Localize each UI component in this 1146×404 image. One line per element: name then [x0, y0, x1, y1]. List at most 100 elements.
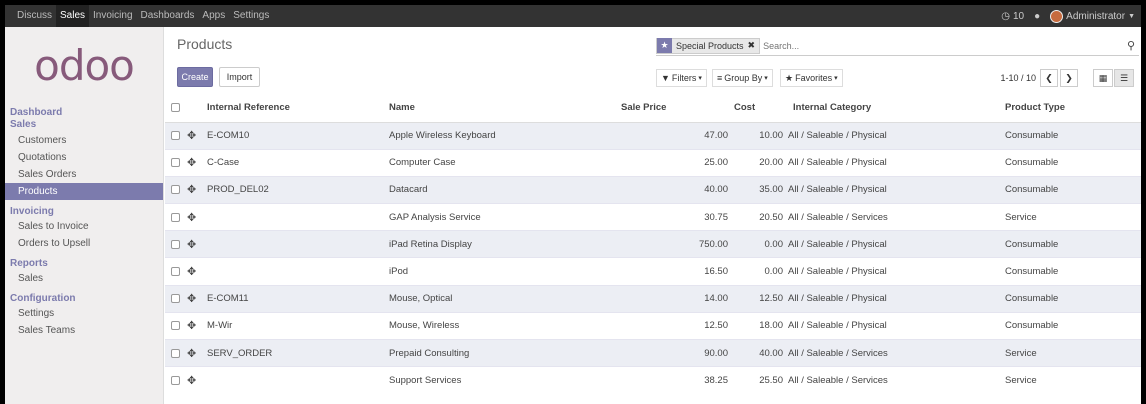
select-all-checkbox[interactable]: [171, 102, 180, 112]
top-navbar: Discuss Sales Invoicing Dashboards Apps …: [5, 5, 1141, 27]
row-handle-cell: ✥: [187, 203, 207, 231]
table-row[interactable]: ✥ iPad Retina Display 750.00 0.00 All / Sale…: [165, 230, 1141, 258]
create-button[interactable]: Create: [177, 67, 213, 87]
cell-internal-category: All / Saleable / Services: [783, 203, 1005, 231]
logo[interactable]: odoo: [5, 27, 163, 103]
drag-handle-icon[interactable]: ✥: [187, 184, 196, 196]
sidebar-item-sales-orders[interactable]: Sales Orders: [5, 166, 163, 183]
row-checkbox[interactable]: [171, 376, 180, 386]
menu-invoicing[interactable]: Invoicing: [89, 5, 136, 27]
drag-handle-icon[interactable]: ✥: [187, 212, 196, 224]
pager-next-button[interactable]: ❯: [1060, 69, 1078, 87]
sidebar-item-products[interactable]: Products: [5, 183, 163, 200]
import-button[interactable]: Import: [219, 67, 260, 87]
cell-name: GAP Analysis Service: [389, 203, 621, 231]
drag-handle-icon[interactable]: ✥: [187, 266, 196, 278]
chat-icon: ●: [1034, 10, 1041, 22]
drag-handle-icon[interactable]: ✥: [187, 320, 196, 332]
remove-facet-icon[interactable]: ✖: [748, 40, 756, 51]
cell-internal-reference: [207, 203, 389, 231]
group-by-dropdown[interactable]: ≡ Group By ▾: [712, 69, 773, 87]
menu-sales[interactable]: Sales: [56, 5, 90, 27]
header-product-type[interactable]: Product Type: [1005, 93, 1141, 123]
pager-value[interactable]: 1-10 / 10: [1000, 73, 1036, 83]
list-view: Internal Reference Name Sale Price Cost …: [165, 93, 1141, 404]
cell-internal-reference: E-COM11: [207, 284, 389, 313]
table-row[interactable]: ✥ E-COM10 Apple Wireless Keyboard 47.00 10.0…: [165, 121, 1141, 150]
row-checkbox[interactable]: [171, 212, 180, 222]
row-checkbox[interactable]: [171, 131, 180, 141]
search-input[interactable]: [763, 40, 1064, 51]
chat-button[interactable]: ●: [1034, 11, 1040, 22]
user-menu[interactable]: Administrator ▼: [1050, 9, 1135, 23]
search-facet: ★ Special Products ✖: [656, 37, 761, 54]
table-row[interactable]: ✥ C-Case Computer Case 25.00 20.00 All / Sale…: [165, 148, 1141, 177]
drag-handle-icon[interactable]: ✥: [187, 348, 196, 360]
cell-name: Apple Wireless Keyboard: [389, 121, 621, 150]
cell-cost: 20.00: [728, 148, 783, 177]
table-row[interactable]: ✥ GAP Analysis Service 30.75 20.50 All / Sal…: [165, 203, 1141, 231]
row-checkbox[interactable]: [171, 239, 180, 249]
table-row[interactable]: ✥ Support Services 38.25 25.50 All / Saleabl…: [165, 366, 1141, 394]
drag-handle-icon[interactable]: ✥: [187, 293, 196, 305]
pager-previous-button[interactable]: ❮: [1040, 69, 1058, 87]
list-view-button[interactable]: ☰: [1114, 69, 1134, 87]
table-row[interactable]: ✥ M-Wir Mouse, Wireless 12.50 18.00 All / Sal…: [165, 311, 1141, 340]
row-handle-cell: ✥: [187, 230, 207, 258]
cell-sale-price: 90.00: [621, 338, 728, 367]
row-checkbox[interactable]: [171, 294, 180, 304]
header-cost[interactable]: Cost: [728, 93, 783, 123]
row-checkbox[interactable]: [171, 185, 180, 195]
filters-dropdown[interactable]: ▼ Filters ▾: [656, 69, 707, 87]
sidebar-item-settings[interactable]: Settings: [5, 305, 163, 322]
cell-internal-reference: [207, 257, 389, 286]
drag-handle-icon[interactable]: ✥: [187, 375, 196, 387]
cell-name: Mouse, Optical: [389, 284, 621, 313]
row-handle-cell: ✥: [187, 311, 207, 340]
cell-sale-price: 12.50: [621, 311, 728, 340]
activity-button[interactable]: ◷ 10: [1001, 11, 1024, 22]
cell-product-type: Service: [1005, 338, 1141, 367]
sidebar-item-sales-to-invoice[interactable]: Sales to Invoice: [5, 218, 163, 235]
row-select-cell: [165, 257, 187, 286]
cell-cost: 10.00: [728, 121, 783, 150]
row-checkbox[interactable]: [171, 321, 180, 331]
search-icon[interactable]: ⚲: [1127, 39, 1135, 52]
logo-text: odoo: [34, 40, 135, 90]
header-internal-reference[interactable]: Internal Reference: [207, 93, 389, 123]
table-row[interactable]: ✥ E-COM11 Mouse, Optical 14.00 12.50 All / Sa…: [165, 284, 1141, 313]
table-row[interactable]: ✥ iPod 16.50 0.00 All / Saleable / Physical C…: [165, 257, 1141, 286]
drag-handle-icon[interactable]: ✥: [187, 130, 196, 142]
select-all-cell: [165, 93, 187, 123]
cell-internal-category: All / Saleable / Services: [783, 366, 1005, 394]
sidebar-item-sales-teams[interactable]: Sales Teams: [5, 322, 163, 339]
cell-cost: 20.50: [728, 203, 783, 231]
group-by-label: Group By: [724, 73, 763, 83]
sidebar-item-quotations[interactable]: Quotations: [5, 149, 163, 166]
cell-internal-category: All / Saleable / Physical: [783, 311, 1005, 340]
header-sale-price[interactable]: Sale Price: [621, 93, 728, 123]
sidebar-item-orders-to-upsell[interactable]: Orders to Upsell: [5, 235, 163, 252]
row-checkbox[interactable]: [171, 267, 180, 277]
favorites-dropdown[interactable]: ★ Favorites ▾: [780, 69, 843, 87]
sidebar-item-dashboard[interactable]: Dashboard: [5, 106, 163, 119]
header-internal-category[interactable]: Internal Category: [783, 93, 1005, 123]
row-checkbox[interactable]: [171, 158, 180, 168]
cell-internal-reference: [207, 230, 389, 258]
caret-down-icon: ▾: [698, 75, 702, 82]
sidebar-item-reports-sales[interactable]: Sales: [5, 270, 163, 287]
header-name[interactable]: Name: [389, 93, 621, 123]
row-select-cell: [165, 338, 187, 367]
menu-discuss[interactable]: Discuss: [13, 5, 56, 27]
drag-handle-icon[interactable]: ✥: [187, 239, 196, 251]
drag-handle-icon[interactable]: ✥: [187, 157, 196, 169]
menu-dashboards[interactable]: Dashboards: [137, 5, 199, 27]
table-row[interactable]: ✥ SERV_ORDER Prepaid Consulting 90.00 40.00 A…: [165, 338, 1141, 367]
row-checkbox[interactable]: [171, 348, 180, 358]
menu-apps[interactable]: Apps: [198, 5, 229, 27]
table-row[interactable]: ✥ PROD_DEL02 Datacard 40.00 35.00 All / Salea…: [165, 175, 1141, 204]
kanban-view-button[interactable]: ▦: [1093, 69, 1113, 87]
menu-settings[interactable]: Settings: [229, 5, 273, 27]
sidebar-item-customers[interactable]: Customers: [5, 132, 163, 149]
cell-internal-reference: C-Case: [207, 148, 389, 177]
